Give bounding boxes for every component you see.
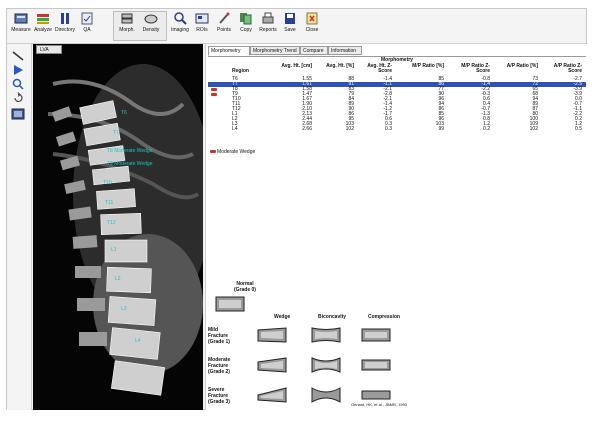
- qa-icon: [81, 12, 93, 25]
- vertebra-label-t12: T12: [107, 220, 116, 226]
- wedge-flag-icon: [211, 88, 217, 91]
- column-header-mp-ratio: M/P Ratio [%]: [412, 63, 444, 69]
- value-cell: 0.3: [385, 126, 392, 132]
- reports-icon: [262, 12, 274, 24]
- measure-button[interactable]: Measure: [10, 12, 32, 40]
- column-header-avg-ht-z: Avg. Ht. Z-Score: [367, 63, 392, 74]
- lateral-spine-xray-image: [33, 44, 203, 410]
- severe-wedge-vertebra-icon: [257, 387, 287, 403]
- value-cell: 2.66: [302, 126, 312, 132]
- imaging-button[interactable]: Imaging: [169, 12, 191, 40]
- points-button[interactable]: Points: [213, 12, 235, 40]
- vertebra-label-t6: T6: [121, 110, 127, 116]
- qa-button[interactable]: QA: [76, 12, 98, 40]
- column-header-avg-ht-pct: Avg. Ht. [%]: [326, 63, 354, 69]
- vertebra-label-t7: T7: [113, 130, 119, 136]
- vertebra-label-l2: L2: [115, 276, 121, 282]
- column-header-ap-ratio: A/P Ratio [%]: [506, 63, 538, 69]
- value-cell: 0.2: [483, 126, 490, 132]
- copy-button[interactable]: Copy: [235, 12, 257, 40]
- directory-button[interactable]: Directory: [54, 12, 76, 40]
- wedge-flag-icon: [210, 150, 216, 153]
- column-header-region: Region: [232, 68, 249, 74]
- mild-fracture-label: Mild Fracture (Grade 1): [208, 327, 230, 345]
- density-icon: [144, 14, 158, 24]
- tab-information[interactable]: Information: [328, 46, 362, 55]
- biconcavity-column-label: Biconcavity: [318, 314, 347, 320]
- xray-image-panel[interactable]: LVA T6 T7 T8 Moderate Wedge T9 Moderate …: [33, 44, 203, 410]
- rois-button[interactable]: ROIs: [191, 12, 213, 40]
- tab-morphometry-trend[interactable]: Morphometry Trend: [250, 46, 300, 55]
- toolbar: Measure Analyze Directory QA Morph. Dens…: [7, 9, 586, 44]
- close-icon: [306, 12, 318, 25]
- mild-compression-vertebra-icon: [361, 328, 391, 342]
- measure-icon: [14, 13, 28, 24]
- vertebra-label-t9: T9 Moderate Wedge: [107, 161, 153, 167]
- genant-citation: Genant, HK, et al., JBMR, 1993: [351, 402, 408, 407]
- vertebra-label-l1: L1: [111, 247, 117, 253]
- moderate-biconcave-vertebra-icon: [311, 357, 341, 373]
- rotate-icon[interactable]: [11, 92, 25, 104]
- vertebra-label-t8: T8 Moderate Wedge: [107, 148, 153, 154]
- moderate-compression-vertebra-icon: [361, 359, 391, 371]
- tab-morphometry[interactable]: Morphometry: [208, 46, 250, 56]
- tool-strip: [7, 44, 32, 410]
- severe-biconcave-vertebra-icon: [311, 387, 341, 403]
- value-cell: 102: [529, 126, 538, 132]
- reports-button[interactable]: Reports: [257, 12, 279, 40]
- copy-icon: [240, 13, 252, 25]
- analyze-icon: [37, 14, 49, 24]
- save-icon: [285, 13, 295, 24]
- analyze-button[interactable]: Analyze: [32, 12, 54, 40]
- app-window: Measure Analyze Directory QA Morph. Dens…: [6, 8, 588, 410]
- image-tab[interactable]: LVA: [36, 45, 62, 54]
- directory-icon: [61, 13, 69, 24]
- column-header-mp-z: M/P Ratio Z-Score: [461, 63, 490, 74]
- results-panel: Morphometry Morphometry Trend Compare In…: [205, 44, 588, 410]
- morphometry-icon: [121, 13, 133, 24]
- morphometry-button[interactable]: Morph.: [116, 12, 138, 40]
- compression-column-label: Compression: [368, 314, 400, 320]
- severe-fracture-label: Severe Fracture (Grade 3): [208, 387, 230, 405]
- value-cell: 99: [438, 126, 444, 132]
- mild-biconcave-vertebra-icon: [311, 327, 341, 343]
- morphometry-table: Morphometry Region Avg. Ht. [cm] Avg. Ht…: [208, 56, 586, 132]
- normal-vertebra-icon: [215, 296, 245, 312]
- mild-wedge-vertebra-icon: [257, 327, 287, 343]
- vertebra-label-l4: L4: [135, 338, 141, 344]
- vertebra-label-t11: T11: [105, 200, 114, 206]
- zoom-icon[interactable]: [11, 78, 25, 90]
- rois-icon: [195, 13, 209, 24]
- region-cell: L4: [232, 126, 238, 132]
- moderate-fracture-label: Moderate Fracture (Grade 2): [208, 357, 231, 375]
- tab-compare[interactable]: Compare: [300, 46, 328, 55]
- points-icon: [219, 12, 230, 24]
- wedge-column-label: Wedge: [274, 314, 291, 320]
- play-arrow-icon[interactable]: [11, 64, 25, 76]
- column-header-ap-z: A/P Ratio Z-Score: [553, 63, 582, 74]
- moderate-wedge-vertebra-icon: [257, 357, 287, 373]
- value-cell: 0.5: [575, 126, 582, 132]
- column-header-avg-ht-cm: Avg. Ht. [cm]: [281, 63, 312, 69]
- image-view-icon[interactable]: [11, 108, 25, 120]
- normal-grade-label: Normal (Grade 0): [234, 281, 256, 293]
- vertebra-label-t10: T10: [103, 180, 112, 186]
- value-cell: 102: [345, 126, 354, 132]
- vertebra-label-l3: L3: [121, 306, 127, 312]
- imaging-icon: [174, 12, 187, 25]
- line-tool-icon[interactable]: [11, 50, 25, 62]
- close-button[interactable]: Close: [301, 12, 323, 40]
- save-button[interactable]: Save: [279, 12, 301, 40]
- wedge-flag-icon: [211, 93, 217, 96]
- table-row[interactable]: L4 2.66 102 0.3 99 0.2 102 0.5: [208, 127, 586, 132]
- legend-moderate-wedge: Moderate Wedge: [210, 149, 255, 155]
- density-button[interactable]: Density: [140, 12, 162, 40]
